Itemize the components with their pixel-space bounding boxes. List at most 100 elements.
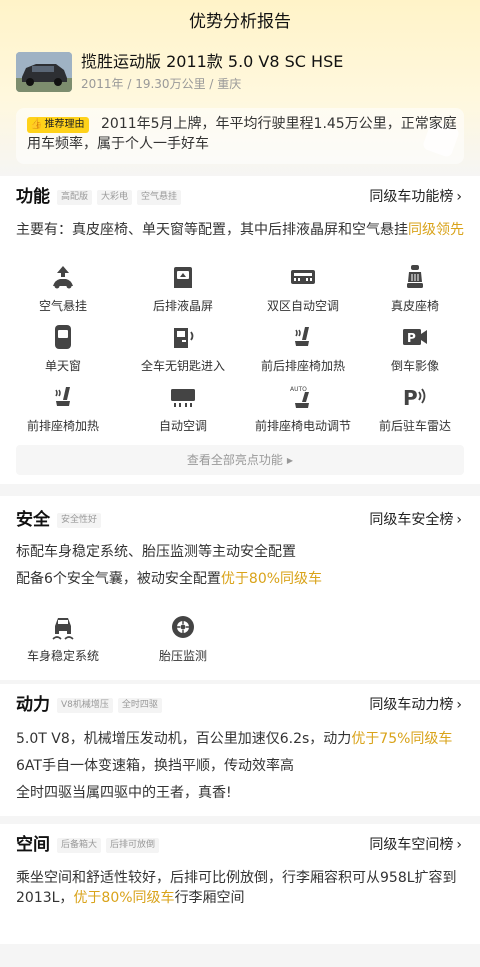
reverse-camera-icon: P: [403, 329, 427, 345]
feature-auto-ac[interactable]: 自动空调: [128, 384, 238, 434]
features-summary: 主要有：真皮座椅、单天窗等配置，其中后排液晶屏和空气悬挂同级领先: [16, 220, 464, 240]
feature-power-seat[interactable]: AUTO 前排座椅电动调节: [248, 384, 358, 434]
feature-seat-heating[interactable]: 前后排座椅加热: [248, 324, 358, 374]
power-title: 动力: [16, 695, 50, 715]
feature-air-suspension[interactable]: 空气悬挂: [8, 264, 118, 314]
space-title: 空间: [16, 835, 50, 855]
feature-label: 前排座椅加热: [26, 419, 99, 433]
dual-zone-ac-icon: [291, 270, 315, 284]
chevron-right-icon: ›: [456, 837, 462, 853]
power-line-3: 全时四驱当属四驱中的王者，真香!: [16, 785, 232, 801]
tag: 高配版: [57, 190, 93, 205]
leather-seat-icon: [407, 265, 423, 288]
parking-radar-icon: P: [403, 386, 426, 410]
feature-parking-radar[interactable]: P 前后驻车雷达: [360, 384, 470, 434]
features-rank-link[interactable]: 同级车功能榜 ›: [369, 187, 462, 207]
feature-label: 前排座椅电动调节: [254, 419, 351, 433]
summary-text: 主要有：真皮座椅、单天窗等配置，其中后排液晶屏和空气悬挂: [16, 222, 408, 238]
space-line-2-text: 2013L，: [16, 890, 74, 906]
feature-leather-seat[interactable]: 真皮座椅: [360, 264, 470, 314]
features-card: 功能 高配版 大彩电 空气悬挂 同级车功能榜 › 主要有：真皮座椅、单天窗等配置，…: [0, 176, 480, 484]
svg-text:P: P: [403, 386, 418, 410]
space-highlight: 优于80%同级车: [73, 890, 175, 906]
tag: V8机械增压: [57, 698, 113, 713]
power-line-1-text: 5.0T V8，机械增压发动机，百公里加速仅6.2s，动力: [16, 731, 352, 747]
feature-label: 单天窗: [44, 359, 81, 373]
auto-ac-icon: [171, 389, 195, 407]
power-tags: V8机械增压 全时四驱: [57, 698, 162, 713]
feature-label: 前后驻车雷达: [378, 419, 451, 433]
car-thumbnail: [16, 52, 72, 92]
features-title: 功能: [16, 187, 50, 207]
safety-line-1: 标配车身稳定系统、胎压监测等主动安全配置: [16, 544, 296, 560]
space-line-2-suffix: 行李厢空间: [174, 890, 245, 906]
feature-rear-screen[interactable]: 后排液晶屏: [128, 264, 238, 314]
feature-label: 双区自动空调: [266, 299, 339, 313]
svg-text:AUTO: AUTO: [290, 386, 307, 393]
recommend-text: 2011年5月上牌，年平均行驶里程1.45万公里，正常家庭用车频率，属于个人一手…: [27, 116, 457, 152]
feature-reverse-camera[interactable]: P 倒车影像: [360, 324, 470, 374]
recommend-badge: 👍 推荐理由: [27, 117, 90, 133]
space-line-1: 乘坐空间和舒适性较好，后排可比例放倒，行李厢容积可从958L扩容到: [16, 870, 457, 886]
feature-label: 胎压监测: [158, 649, 207, 663]
power-rank-link[interactable]: 同级车动力榜 ›: [369, 695, 462, 715]
features-tags: 高配版 大彩电 空气悬挂: [57, 190, 182, 205]
car-meta: 2011年 / 19.30万公里 / 重庆: [81, 77, 242, 91]
power-seat-icon: AUTO: [290, 386, 309, 408]
safety-line-2-text: 配备6个安全气囊，被动安全配置: [16, 571, 221, 587]
stability-control-icon: [52, 618, 74, 640]
safety-tags: 安全性好: [57, 513, 102, 528]
triangle-right-icon: ▶: [286, 456, 294, 465]
chevron-right-icon: ›: [456, 697, 462, 713]
tag: 后排可放倒: [106, 838, 160, 853]
feature-label: 倒车影像: [390, 359, 439, 373]
tag: 安全性好: [57, 513, 102, 528]
power-card: 动力 V8机械增压 全时四驱 同级车动力榜 › 5.0T V8，机械增压发动机，百…: [0, 684, 480, 816]
tag: 后备箱大: [57, 838, 102, 853]
feature-label: 空气悬挂: [38, 299, 87, 313]
feature-stability-control[interactable]: 车身稳定系统: [8, 614, 118, 664]
view-all-label: 查看全部亮点功能: [186, 453, 283, 467]
power-line-2: 6AT手自一体变速箱，换挡平顺，传动效率高: [16, 758, 294, 774]
chevron-right-icon: ›: [456, 189, 462, 205]
feature-front-seat-heating[interactable]: 前排座椅加热: [8, 384, 118, 434]
svg-text:P: P: [407, 331, 416, 345]
thumbs-up-icon: 👍: [30, 119, 43, 130]
space-card: 空间 后备箱大 后排可放倒 同级车空间榜 › 乘坐空间和舒适性较好，后排可比例放倒…: [0, 824, 480, 944]
tag: 空气悬挂: [137, 190, 182, 205]
feature-dual-zone-ac[interactable]: 双区自动空调: [248, 264, 358, 314]
space-line-2: 2013L，优于80%同级车行李厢空间: [16, 888, 245, 908]
feature-sunroof[interactable]: 单天窗: [8, 324, 118, 374]
feature-label: 前后排座椅加热: [260, 359, 345, 373]
feature-label: 真皮座椅: [390, 299, 439, 313]
view-all-features-button[interactable]: 查看全部亮点功能 ▶: [16, 445, 464, 475]
feature-label: 全车无钥匙进入: [140, 359, 225, 373]
rank-link-label: 同级车空间榜: [369, 837, 454, 853]
safety-highlight: 优于80%同级车: [220, 571, 323, 587]
rear-screen-icon: [174, 267, 192, 288]
power-highlight: 优于75%同级车: [351, 731, 453, 747]
sunroof-icon: [55, 325, 71, 349]
air-suspension-icon: [53, 266, 73, 289]
summary-highlight: 同级领先: [408, 222, 464, 238]
recommend-box: 2011年5月上牌，年平均行驶里程1.45万公里，正常家庭用车频率，属于个人一手…: [16, 108, 464, 164]
safety-rank-link[interactable]: 同级车安全榜 ›: [369, 510, 462, 530]
seat-heating-icon: [295, 327, 309, 346]
space-tags: 后备箱大 后排可放倒: [57, 838, 160, 853]
feature-label: 自动空调: [158, 419, 207, 433]
tire-pressure-icon: [172, 616, 194, 638]
feature-keyless-entry[interactable]: 全车无钥匙进入: [128, 324, 238, 374]
safety-card: 安全 安全性好 同级车安全榜 › 标配车身稳定系统、胎压监测等主动安全配置 配备6…: [0, 496, 480, 680]
rank-link-label: 同级车安全榜: [369, 512, 454, 528]
space-rank-link[interactable]: 同级车空间榜 ›: [369, 835, 462, 855]
car-name: 揽胜运动版 2011款 5.0 V8 SC HSE: [81, 52, 344, 71]
chevron-right-icon: ›: [456, 512, 462, 528]
feature-label: 车身稳定系统: [26, 649, 99, 663]
keyless-entry-icon: [174, 328, 194, 348]
rank-link-label: 同级车动力榜: [369, 697, 454, 713]
rank-link-label: 同级车功能榜: [369, 189, 454, 205]
page-title: 优势分析报告: [189, 12, 291, 32]
recommend-badge-label: 推荐理由: [44, 119, 85, 130]
tag: 全时四驱: [117, 698, 162, 713]
feature-tire-pressure[interactable]: 胎压监测: [128, 614, 238, 664]
